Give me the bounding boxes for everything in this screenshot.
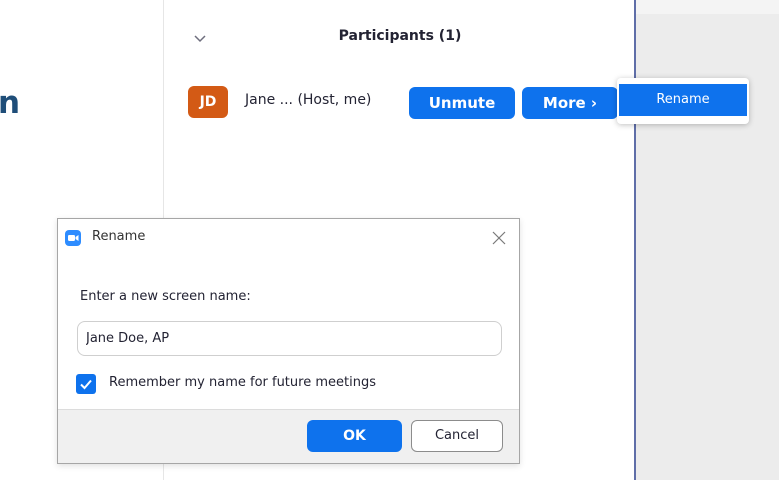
dialog-title: Rename (92, 229, 146, 244)
participant-context-menu: Rename (617, 78, 749, 124)
rename-dialog: Rename Enter a new screen name: Remember… (57, 218, 520, 464)
chevron-down-icon[interactable] (193, 33, 207, 45)
zoom-logo-icon (65, 230, 81, 246)
close-icon[interactable] (492, 231, 506, 245)
screenshot-stage: n Participants (1) JD Jane ... (Host, me… (0, 0, 779, 480)
screen-name-label: Enter a new screen name: (80, 289, 251, 304)
menu-item-rename[interactable]: Rename (619, 84, 747, 116)
screen-name-input[interactable] (77, 321, 502, 356)
dialog-titlebar: Rename (58, 219, 519, 257)
remember-name-checkbox[interactable] (76, 374, 96, 394)
checkmark-icon (80, 379, 92, 390)
background-heading-fragment: n (0, 85, 21, 121)
unmute-button[interactable]: Unmute (409, 87, 515, 119)
more-button[interactable]: More › (522, 87, 618, 119)
dialog-footer: OK Cancel (58, 409, 519, 463)
avatar: JD (188, 86, 228, 118)
participant-name: Jane ... (Host, me) (245, 92, 372, 108)
meeting-view-area (634, 0, 779, 480)
meeting-view-top-strip (634, 0, 779, 14)
cancel-button[interactable]: Cancel (411, 420, 503, 452)
participants-panel-title: Participants (1) (338, 28, 462, 44)
ok-button[interactable]: OK (307, 420, 402, 452)
remember-name-label: Remember my name for future meetings (109, 375, 376, 390)
